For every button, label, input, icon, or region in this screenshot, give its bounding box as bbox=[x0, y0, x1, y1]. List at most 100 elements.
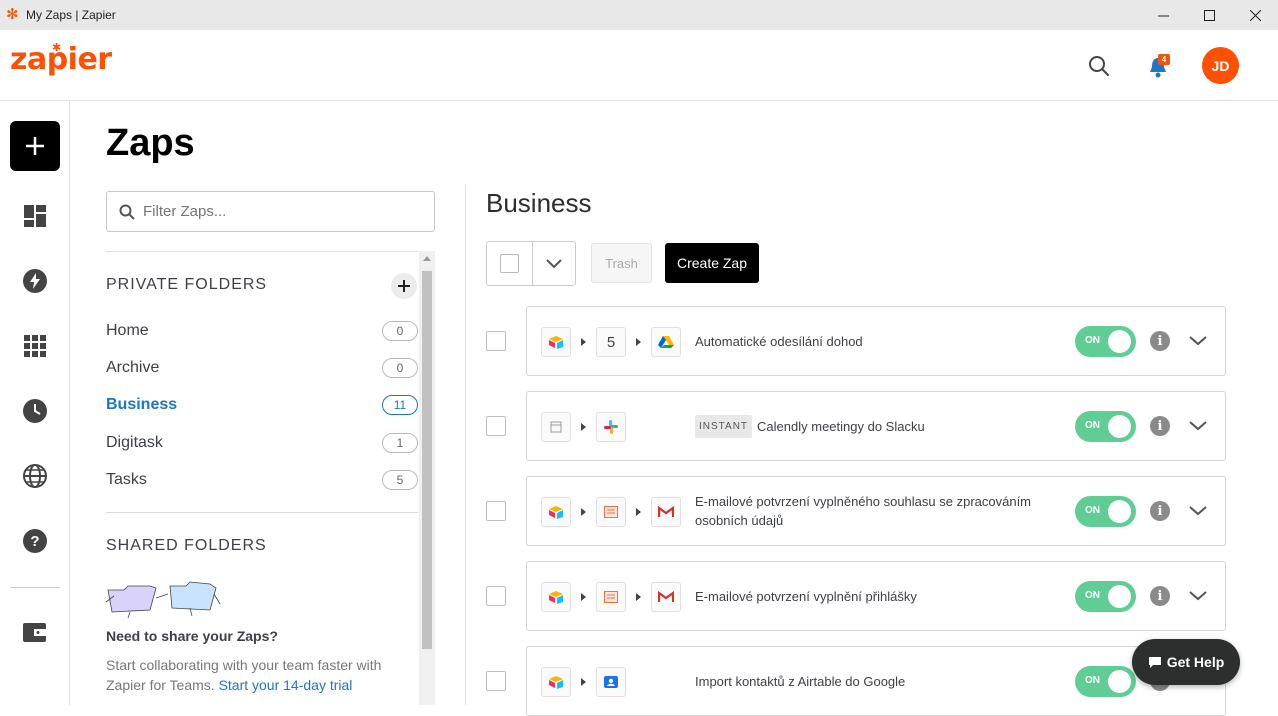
google-contacts-app-icon bbox=[596, 667, 626, 697]
sidebar-item-history[interactable] bbox=[21, 397, 49, 425]
folder-item-digitask[interactable]: Digitask 1 bbox=[106, 428, 418, 458]
zap-checkbox[interactable] bbox=[486, 501, 506, 521]
slack-app-icon bbox=[596, 412, 626, 442]
zap-name[interactable]: Automatické odesílání dohod bbox=[695, 307, 1055, 375]
toggle-knob bbox=[1108, 585, 1131, 608]
zap-on-toggle[interactable]: ON bbox=[1075, 581, 1136, 612]
search-icon bbox=[119, 204, 135, 220]
window-title: My Zaps | Zapier bbox=[26, 8, 116, 22]
get-help-button[interactable]: Get Help bbox=[1132, 639, 1240, 685]
toggle-knob bbox=[1108, 670, 1131, 693]
folder-name: Home bbox=[106, 322, 149, 339]
zap-title: E-mailové potvrzení vyplnění přihlášky bbox=[695, 588, 917, 604]
step-arrow-icon bbox=[636, 508, 641, 516]
select-all-checkbox[interactable] bbox=[487, 242, 533, 285]
info-icon[interactable]: i bbox=[1150, 501, 1170, 521]
folder-item-business[interactable]: Business 11 bbox=[106, 390, 418, 420]
svg-text:?: ? bbox=[30, 533, 39, 550]
zap-on-toggle[interactable]: ON bbox=[1075, 496, 1136, 527]
minimize-button[interactable] bbox=[1140, 0, 1186, 30]
folder-count: 0 bbox=[382, 358, 418, 378]
zap-row[interactable]: E-mailové potvrzení vyplněného souhlasu … bbox=[526, 476, 1226, 546]
sidebar-item-dashboard[interactable] bbox=[21, 202, 49, 230]
plus-icon bbox=[398, 280, 410, 292]
start-trial-link[interactable]: Start your 14-day trial bbox=[219, 677, 353, 693]
chevron-down-icon[interactable] bbox=[1187, 501, 1209, 521]
scroll-thumb[interactable] bbox=[422, 271, 432, 649]
step-arrow-icon bbox=[581, 593, 586, 601]
zap-on-toggle[interactable]: ON bbox=[1075, 411, 1136, 442]
left-sidebar: ? bbox=[0, 101, 70, 705]
toggle-label: ON bbox=[1085, 335, 1100, 346]
shared-folders-illustration bbox=[106, 581, 221, 618]
add-folder-button[interactable] bbox=[391, 273, 417, 299]
folder-count: 0 bbox=[382, 321, 418, 341]
airtable-app-icon bbox=[541, 497, 571, 527]
zap-row[interactable]: 5 Automatické odesílání dohod ON i bbox=[526, 306, 1226, 376]
folder-panel-scrollbar[interactable] bbox=[419, 251, 435, 705]
info-icon[interactable]: i bbox=[1150, 416, 1170, 436]
get-help-label: Get Help bbox=[1166, 654, 1225, 670]
zap-checkbox[interactable] bbox=[486, 331, 506, 351]
bulk-actions-dropdown[interactable] bbox=[533, 242, 575, 285]
maximize-button[interactable] bbox=[1186, 0, 1232, 30]
chevron-down-icon[interactable] bbox=[1187, 416, 1209, 436]
zap-title: Automatické odesílání dohod bbox=[695, 333, 863, 349]
create-button[interactable] bbox=[10, 121, 60, 171]
plus-icon bbox=[26, 137, 44, 155]
zap-title: E-mailové potvrzení vyplněného souhlasu … bbox=[695, 494, 1032, 528]
info-icon[interactable]: i bbox=[1150, 586, 1170, 606]
folder-item-archive[interactable]: Archive 0 bbox=[106, 353, 418, 383]
step-count-box: 5 bbox=[596, 327, 626, 357]
search-icon[interactable] bbox=[1087, 54, 1111, 78]
chevron-down-icon[interactable] bbox=[1187, 331, 1209, 351]
folder-name: Tasks bbox=[106, 471, 147, 488]
folder-item-home[interactable]: Home 0 bbox=[106, 316, 418, 346]
trash-button[interactable]: Trash bbox=[591, 243, 652, 283]
toggle-label: ON bbox=[1085, 590, 1100, 601]
bulk-select[interactable] bbox=[486, 241, 576, 286]
zapier-asterisk-icon: ✻ bbox=[6, 6, 19, 23]
sidebar-item-billing[interactable] bbox=[21, 618, 49, 646]
zap-name[interactable]: INSTANT Calendly meetingy do Slacku bbox=[695, 392, 1055, 460]
create-zap-button[interactable]: Create Zap bbox=[665, 243, 759, 283]
app-header: zapier ✱ 4 JD bbox=[0, 30, 1278, 101]
folder-count: 5 bbox=[382, 470, 418, 490]
scroll-up-arrow-icon[interactable] bbox=[423, 256, 431, 261]
sidebar-item-zaps[interactable] bbox=[21, 267, 49, 295]
chat-bubble-icon bbox=[1148, 657, 1161, 668]
folder-item-tasks[interactable]: Tasks 5 bbox=[106, 465, 418, 495]
zap-checkbox[interactable] bbox=[486, 671, 506, 691]
zap-row[interactable]: E-mailové potvrzení vyplnění přihlášky O… bbox=[526, 561, 1226, 631]
filter-zaps-input[interactable] bbox=[143, 203, 403, 220]
avatar[interactable]: JD bbox=[1202, 47, 1239, 84]
formatter-app-icon bbox=[596, 582, 626, 612]
zap-row[interactable]: Import kontaktů z Airtable do Google ON … bbox=[526, 646, 1226, 716]
folder-name: Archive bbox=[106, 359, 160, 376]
toggle-knob bbox=[1108, 415, 1131, 438]
zap-checkbox[interactable] bbox=[486, 586, 506, 606]
content-divider bbox=[465, 185, 466, 705]
zap-on-toggle[interactable]: ON bbox=[1075, 326, 1136, 357]
chevron-down-icon bbox=[546, 258, 562, 268]
zap-name[interactable]: E-mailové potvrzení vyplnění přihlášky bbox=[695, 562, 1055, 630]
zap-on-toggle[interactable]: ON bbox=[1075, 666, 1136, 697]
chevron-down-icon[interactable] bbox=[1187, 586, 1209, 606]
dashboard-icon bbox=[24, 205, 46, 227]
sidebar-item-help[interactable]: ? bbox=[21, 527, 49, 555]
folder-name: Business bbox=[106, 396, 178, 413]
sidebar-item-explore[interactable] bbox=[21, 462, 49, 490]
question-icon: ? bbox=[23, 529, 47, 553]
maximize-icon bbox=[1203, 9, 1215, 21]
instant-badge: INSTANT bbox=[695, 414, 753, 438]
zap-row[interactable]: INSTANT Calendly meetingy do Slacku ON i bbox=[526, 391, 1226, 461]
sidebar-item-apps[interactable] bbox=[21, 332, 49, 360]
close-button[interactable] bbox=[1232, 0, 1278, 30]
zap-checkbox[interactable] bbox=[486, 416, 506, 436]
filter-zaps-field[interactable] bbox=[106, 191, 435, 232]
zap-name[interactable]: E-mailové potvrzení vyplněného souhlasu … bbox=[695, 477, 1055, 545]
info-icon[interactable]: i bbox=[1150, 331, 1170, 351]
step-arrow-icon bbox=[636, 593, 641, 601]
wallet-icon bbox=[23, 623, 46, 642]
toggle-label: ON bbox=[1085, 675, 1100, 686]
